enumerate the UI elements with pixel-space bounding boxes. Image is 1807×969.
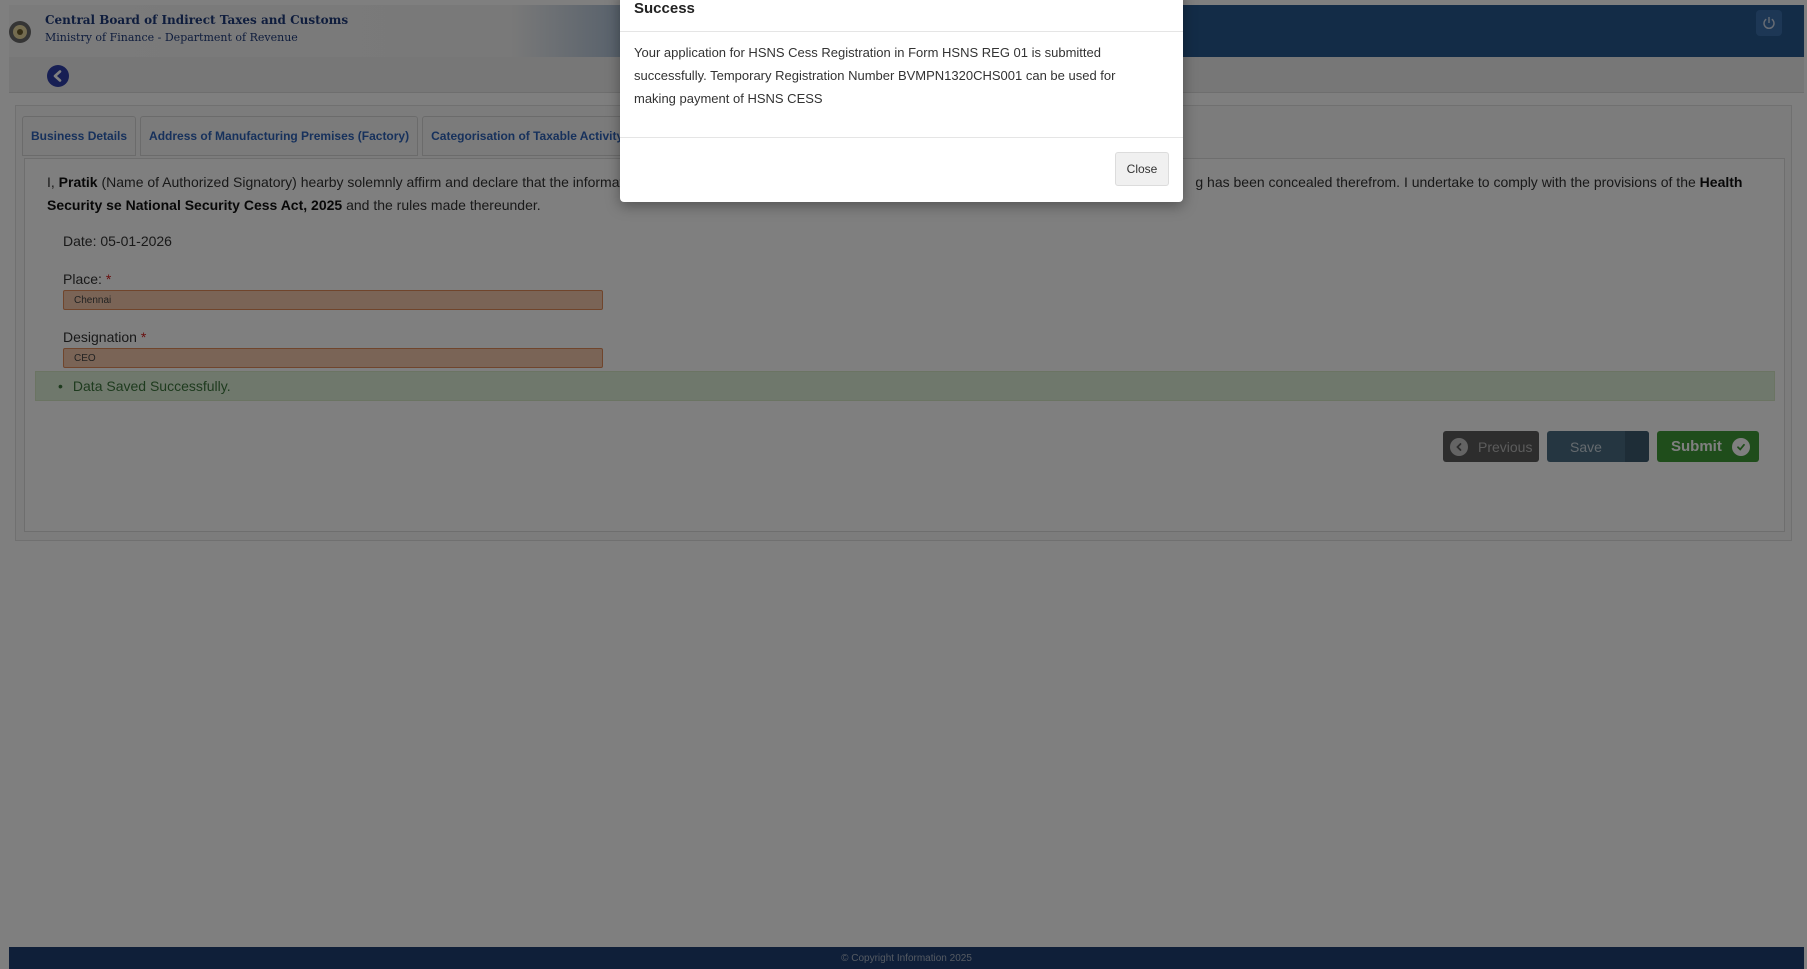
modal-divider (620, 137, 1183, 138)
modal-title: Success (634, 0, 695, 17)
modal-divider (620, 31, 1183, 32)
close-button[interactable]: Close (1115, 152, 1169, 186)
modal-message: Your application for HSNS Cess Registrat… (634, 45, 1116, 106)
success-modal: Success Your application for HSNS Cess R… (620, 0, 1183, 202)
